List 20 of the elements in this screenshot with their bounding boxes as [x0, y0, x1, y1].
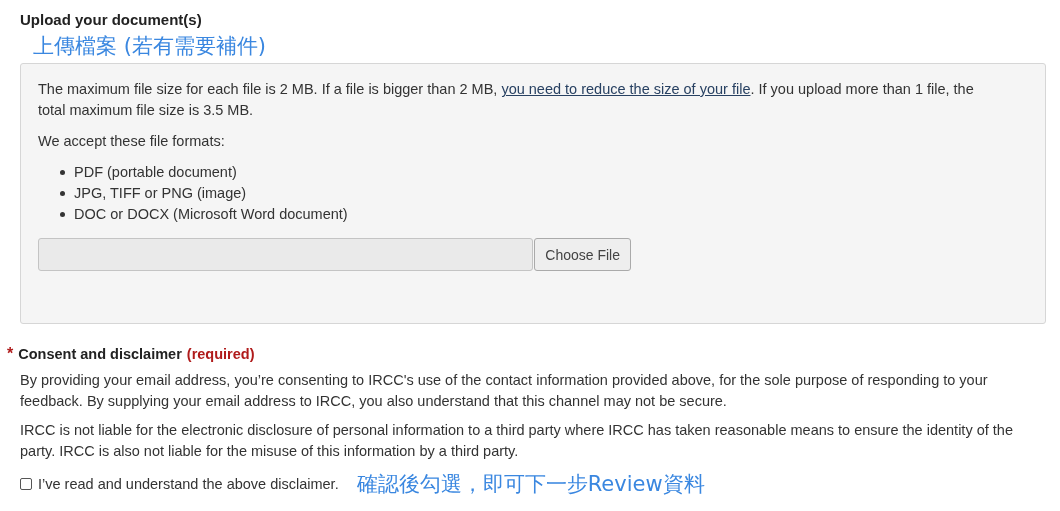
disclaimer-paragraph: IRCC is not liable for the electronic disclosure of personal information to a third party where IRCC has taken reasonable means to ensure the identity of the party. IRCC is also not liable for the misuse of this information by a third party.: [20, 421, 1014, 461]
format-item: PDF (portable document): [74, 163, 237, 182]
consent-heading: Consent and disclaimer: [18, 345, 182, 364]
disclaimer-checkbox[interactable]: I’ve read and understand the above disclaimer.: [20, 476, 339, 492]
choose-file-button[interactable]: Choose File: [534, 238, 631, 271]
required-asterisk: *: [7, 344, 14, 364]
disclaimer-paragraph: By providing your email address, you’re consenting to IRCC's use of the contact information provided above, for the sole purpose of responding to your feedback. By supplying your email address to IRCC, you also understand that this channel may not be secure.: [20, 371, 989, 411]
annotation-text: 上傳檔案 (若有需要補件): [33, 33, 268, 60]
bullet-icon: [60, 212, 65, 217]
file-name-field[interactable]: [38, 238, 534, 271]
size-note: The maximum file size for each file is 2 MB. If a file is bigger than 2 MB, you need to reduce the size of your file. If you upload more than 1 file, the total maximum file size is 3.5 MB.: [38, 80, 975, 120]
section-heading: Upload your document(s): [20, 10, 203, 30]
annotation-text: 確認後勾選，即可下一步Review資料: [356, 471, 705, 498]
formats-intro: We accept these file formats:: [38, 132, 226, 151]
bullet-icon: [60, 191, 65, 196]
required-label: (required): [186, 345, 255, 364]
bullet-icon: [60, 170, 65, 175]
reduce-size-link[interactable]: you need to reduce the size of your file: [501, 81, 751, 97]
format-item: JPG, TIFF or PNG (image): [74, 184, 247, 203]
format-item: DOC or DOCX (Microsoft Word document): [74, 205, 348, 224]
